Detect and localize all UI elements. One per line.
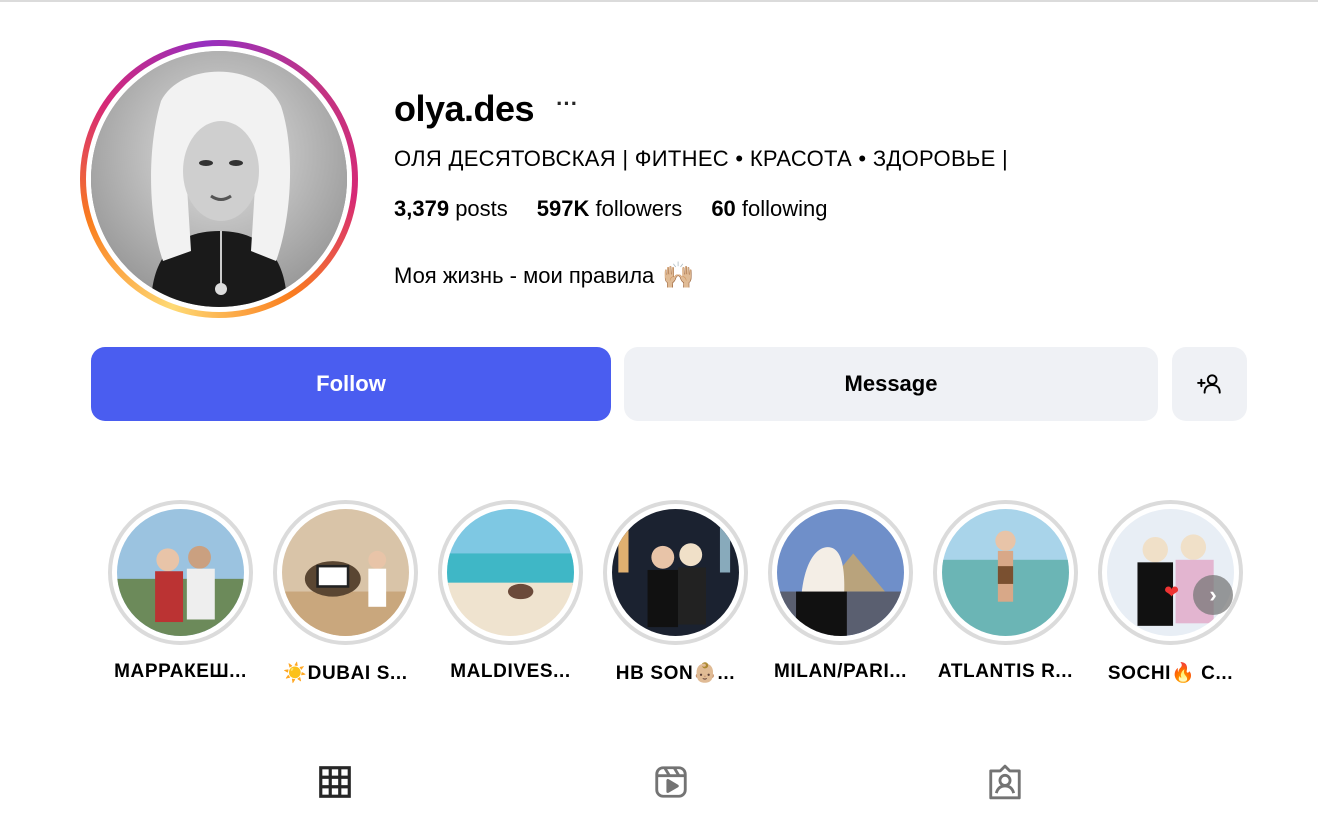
suggested-accounts-button[interactable] bbox=[1172, 347, 1247, 421]
highlight-label: MILAN/PARI... bbox=[773, 661, 908, 682]
highlight-cover bbox=[282, 509, 409, 636]
avatar[interactable] bbox=[91, 51, 347, 307]
profile-avatar-story-ring[interactable] bbox=[80, 40, 358, 318]
chevron-right-icon[interactable]: › bbox=[1193, 575, 1233, 615]
highlight-item[interactable]: ☀️DUBAI S... bbox=[273, 500, 418, 685]
highlight-item[interactable]: MILAN/PARI... bbox=[768, 500, 913, 685]
reels-icon bbox=[655, 766, 687, 798]
highlight-item[interactable]: ATLANTIS R... bbox=[933, 500, 1078, 685]
tab-posts[interactable] bbox=[315, 762, 355, 802]
highlight-label: SOCHI🔥 C... bbox=[1107, 663, 1234, 684]
more-options-icon[interactable]: ··· bbox=[556, 93, 578, 125]
tab-reels[interactable] bbox=[651, 762, 691, 802]
profile-full-name: ОЛЯ ДЕСЯТОВСКАЯ | ФИТНЕС • КРАСОТА • ЗДО… bbox=[394, 146, 1009, 171]
story-highlights: МАРРАКЕШ... ☀️DUBAI S... MALDIVES... HB … bbox=[108, 500, 1243, 685]
raising-hands-emoji: 🙌🏼 bbox=[662, 260, 695, 290]
profile-stats: 3,379 posts 597K followers 60 following bbox=[394, 196, 828, 222]
tab-tagged[interactable] bbox=[985, 762, 1025, 802]
highlight-label: HB SON👶🏼... bbox=[615, 663, 736, 684]
message-button[interactable]: Message bbox=[624, 347, 1158, 421]
posts-stat: 3,379 posts bbox=[394, 196, 508, 221]
highlight-item[interactable]: HB SON👶🏼... bbox=[603, 500, 748, 685]
followers-stat[interactable]: 597K followers bbox=[537, 196, 683, 222]
highlight-cover bbox=[777, 509, 904, 636]
grid-icon bbox=[319, 766, 351, 798]
profile-bio: Моя жизнь - мои правила 🙌🏼 bbox=[394, 260, 695, 291]
highlight-cover bbox=[942, 509, 1069, 636]
highlight-cover: ❤ bbox=[1107, 509, 1234, 636]
follow-button[interactable]: Follow bbox=[91, 347, 611, 421]
highlight-label: МАРРАКЕШ... bbox=[114, 661, 247, 682]
highlight-label: ATLANTIS R... bbox=[937, 661, 1074, 682]
following-stat[interactable]: 60 following bbox=[711, 196, 827, 222]
username: olya.des bbox=[394, 88, 535, 129]
highlight-cover bbox=[612, 509, 739, 636]
highlight-label: MALDIVES... bbox=[450, 661, 571, 682]
highlight-item[interactable]: MALDIVES... bbox=[438, 500, 583, 685]
avatar-image bbox=[91, 51, 347, 307]
top-divider bbox=[0, 0, 1318, 2]
highlight-item[interactable]: МАРРАКЕШ... bbox=[108, 500, 253, 685]
tagged-icon bbox=[989, 764, 1021, 800]
svg-text:❤: ❤ bbox=[1164, 582, 1179, 602]
highlight-label: ☀️DUBAI S... bbox=[283, 663, 408, 684]
highlight-cover bbox=[447, 509, 574, 636]
highlight-cover bbox=[117, 509, 244, 636]
bio-text: Моя жизнь - мои правила bbox=[394, 262, 655, 288]
add-person-icon bbox=[1196, 374, 1221, 394]
